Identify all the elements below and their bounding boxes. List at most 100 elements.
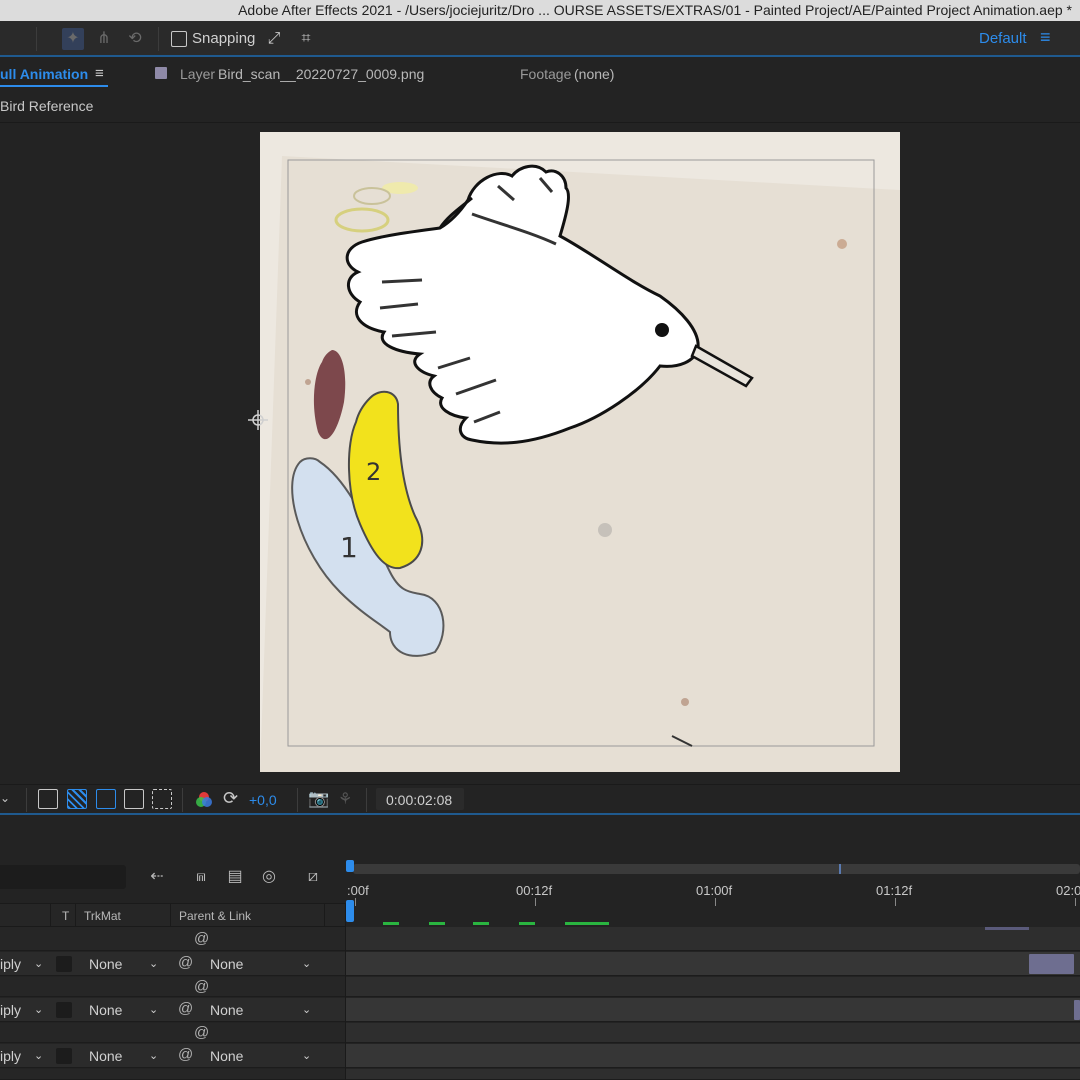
- chevron-down-icon: ⌄: [149, 958, 159, 970]
- ruler-label: 00:12f: [516, 883, 553, 898]
- composition-viewer[interactable]: 1 2: [0, 124, 1080, 784]
- timeline-pane-divider[interactable]: [345, 903, 346, 1080]
- mask-visibility-icon[interactable]: [96, 789, 116, 809]
- show-snapshot-icon[interactable]: ⚘: [338, 789, 352, 809]
- pick-whip-icon[interactable]: @: [194, 930, 209, 947]
- ruler-tick: [355, 898, 356, 906]
- workspace-name[interactable]: Default: [979, 30, 1027, 47]
- current-timecode[interactable]: 0:00:02:08: [386, 792, 452, 808]
- layer-search-input[interactable]: [0, 865, 126, 889]
- magnification-dropdown-icon[interactable]: ⌄: [0, 791, 10, 805]
- viewer-tab-bar: ull Animation ≡ Layer Bird_scan__2022072…: [0, 57, 1080, 123]
- pick-whip-icon[interactable]: @: [178, 1046, 193, 1063]
- chevron-down-icon: ⌄: [34, 958, 44, 970]
- blend-mode-dropdown[interactable]: iply ⌄: [0, 1046, 48, 1066]
- channel-rgb-icon[interactable]: [194, 790, 214, 810]
- column-parent-link[interactable]: Parent & Link: [179, 909, 251, 923]
- parent-dropdown[interactable]: None ⌄: [210, 954, 316, 974]
- tab-layer-name[interactable]: Bird_scan__20220727_0009.png: [218, 66, 424, 82]
- snap-grid-icon[interactable]: ⌗: [295, 28, 317, 50]
- keyframe-marker[interactable]: [565, 922, 609, 925]
- blend-mode-dropdown[interactable]: iply ⌄: [0, 1000, 48, 1020]
- ruler-tick: [715, 898, 716, 906]
- fast-preview-icon[interactable]: [38, 789, 58, 809]
- ruler-tick: [895, 898, 896, 906]
- preserve-transparency-toggle[interactable]: [56, 1002, 72, 1018]
- blend-mode-value: iply: [0, 1048, 22, 1064]
- preserve-transparency-toggle[interactable]: [56, 1048, 72, 1064]
- blend-mode-value: iply: [0, 1002, 22, 1018]
- layer-row[interactable]: iply ⌄ None ⌄ @ None ⌄: [0, 998, 1080, 1022]
- keyframe-marker[interactable]: [473, 922, 489, 925]
- puppet-pin-tool-icon[interactable]: ✦: [62, 28, 84, 50]
- toolbar-divider: [158, 27, 159, 51]
- trkmat-dropdown[interactable]: None ⌄: [89, 1000, 163, 1020]
- composition-flowchart-icon[interactable]: ⇠: [146, 867, 168, 887]
- keyframe-strip: [345, 922, 1080, 926]
- work-area-bar[interactable]: [353, 864, 1080, 874]
- tab-footage-value[interactable]: (none): [574, 66, 614, 82]
- column-trkmat[interactable]: TrkMat: [84, 909, 121, 923]
- chevron-down-icon: ⌄: [302, 1004, 312, 1016]
- tab-composition[interactable]: ull Animation: [0, 66, 88, 82]
- blend-mode-dropdown[interactable]: iply ⌄: [0, 954, 48, 974]
- keyframe-marker[interactable]: [383, 922, 399, 925]
- anchor-point-icon[interactable]: [248, 410, 268, 430]
- pick-whip-icon[interactable]: @: [178, 954, 193, 971]
- timeline-panel: ⇠ ⩎ ▤ ◎ ⧄ :00f 00:12f 01:00f 01:12f 02:0…: [0, 815, 1080, 1080]
- tab-footage-prefix[interactable]: Footage: [520, 66, 571, 82]
- controls-divider: [26, 788, 27, 812]
- preserve-transparency-toggle[interactable]: [56, 956, 72, 972]
- parent-dropdown[interactable]: None ⌄: [210, 1000, 316, 1020]
- hide-shy-layers-icon[interactable]: ▤: [224, 867, 246, 887]
- keyframe-marker[interactable]: [519, 922, 535, 925]
- parent-dropdown[interactable]: None ⌄: [210, 1046, 316, 1066]
- snap-edges-icon[interactable]: ⤢: [263, 28, 285, 50]
- trkmat-dropdown[interactable]: None ⌄: [89, 954, 163, 974]
- pick-whip-icon[interactable]: @: [194, 978, 209, 995]
- time-ruler[interactable]: :00f 00:12f 01:00f 01:12f 02:0: [345, 860, 1080, 924]
- trkmat-dropdown[interactable]: None ⌄: [89, 1046, 163, 1066]
- controls-divider: [297, 788, 298, 812]
- exposure-value[interactable]: +0,0: [249, 792, 277, 808]
- property-row: @: [0, 977, 1080, 997]
- layer-row[interactable]: iply ⌄ None ⌄ @ None ⌄: [0, 952, 1080, 976]
- composition-frame[interactable]: 1 2: [260, 132, 900, 772]
- keyframe-marker[interactable]: [429, 922, 445, 925]
- puppet-bend-pin-icon[interactable]: ⟲: [124, 28, 146, 50]
- puppet-advanced-pin-icon[interactable]: ⋔: [93, 28, 115, 50]
- region-of-interest-icon[interactable]: [124, 789, 144, 809]
- column-divider: [170, 904, 171, 926]
- pick-whip-icon[interactable]: @: [194, 1024, 209, 1041]
- trkmat-value: None: [89, 956, 123, 972]
- ruler-tick: [1075, 898, 1076, 906]
- current-time-handle[interactable]: [346, 900, 354, 922]
- parent-value: None: [210, 956, 244, 972]
- reset-exposure-icon[interactable]: ⟳: [223, 788, 238, 809]
- parent-value: None: [210, 1048, 244, 1064]
- column-t[interactable]: T: [62, 909, 69, 923]
- tab-layer-prefix[interactable]: Layer: [180, 66, 215, 82]
- draft-3d-icon[interactable]: ⩎: [190, 867, 212, 887]
- controls-divider: [182, 788, 183, 812]
- workspace-menu-icon[interactable]: ≡: [1040, 27, 1051, 48]
- painted-bird-artwork: 1 2: [260, 156, 900, 772]
- snapshot-camera-icon[interactable]: 📷: [308, 789, 329, 809]
- layer-duration-bar[interactable]: [1074, 1000, 1080, 1020]
- current-time-indicator[interactable]: [346, 860, 354, 872]
- comp-breadcrumb[interactable]: Bird Reference: [0, 98, 93, 114]
- frame-blending-icon[interactable]: ◎: [258, 867, 280, 887]
- toolbar-divider: [36, 27, 37, 51]
- layer-duration-bar[interactable]: [1029, 954, 1074, 974]
- controls-divider: [366, 788, 367, 812]
- layer-row[interactable]: iply ⌄ None ⌄ @ None ⌄: [0, 1044, 1080, 1068]
- guides-grid-icon[interactable]: [152, 789, 172, 809]
- snapping-checkbox[interactable]: [171, 31, 187, 47]
- ruler-label: :00f: [347, 883, 369, 898]
- paper-fleck: [305, 379, 311, 385]
- pick-whip-icon[interactable]: @: [178, 1000, 193, 1017]
- active-tab-underline: [0, 85, 108, 87]
- transparency-grid-icon[interactable]: [67, 789, 87, 809]
- panel-menu-icon[interactable]: ≡: [95, 65, 104, 82]
- graph-editor-icon[interactable]: ⧄: [302, 867, 324, 887]
